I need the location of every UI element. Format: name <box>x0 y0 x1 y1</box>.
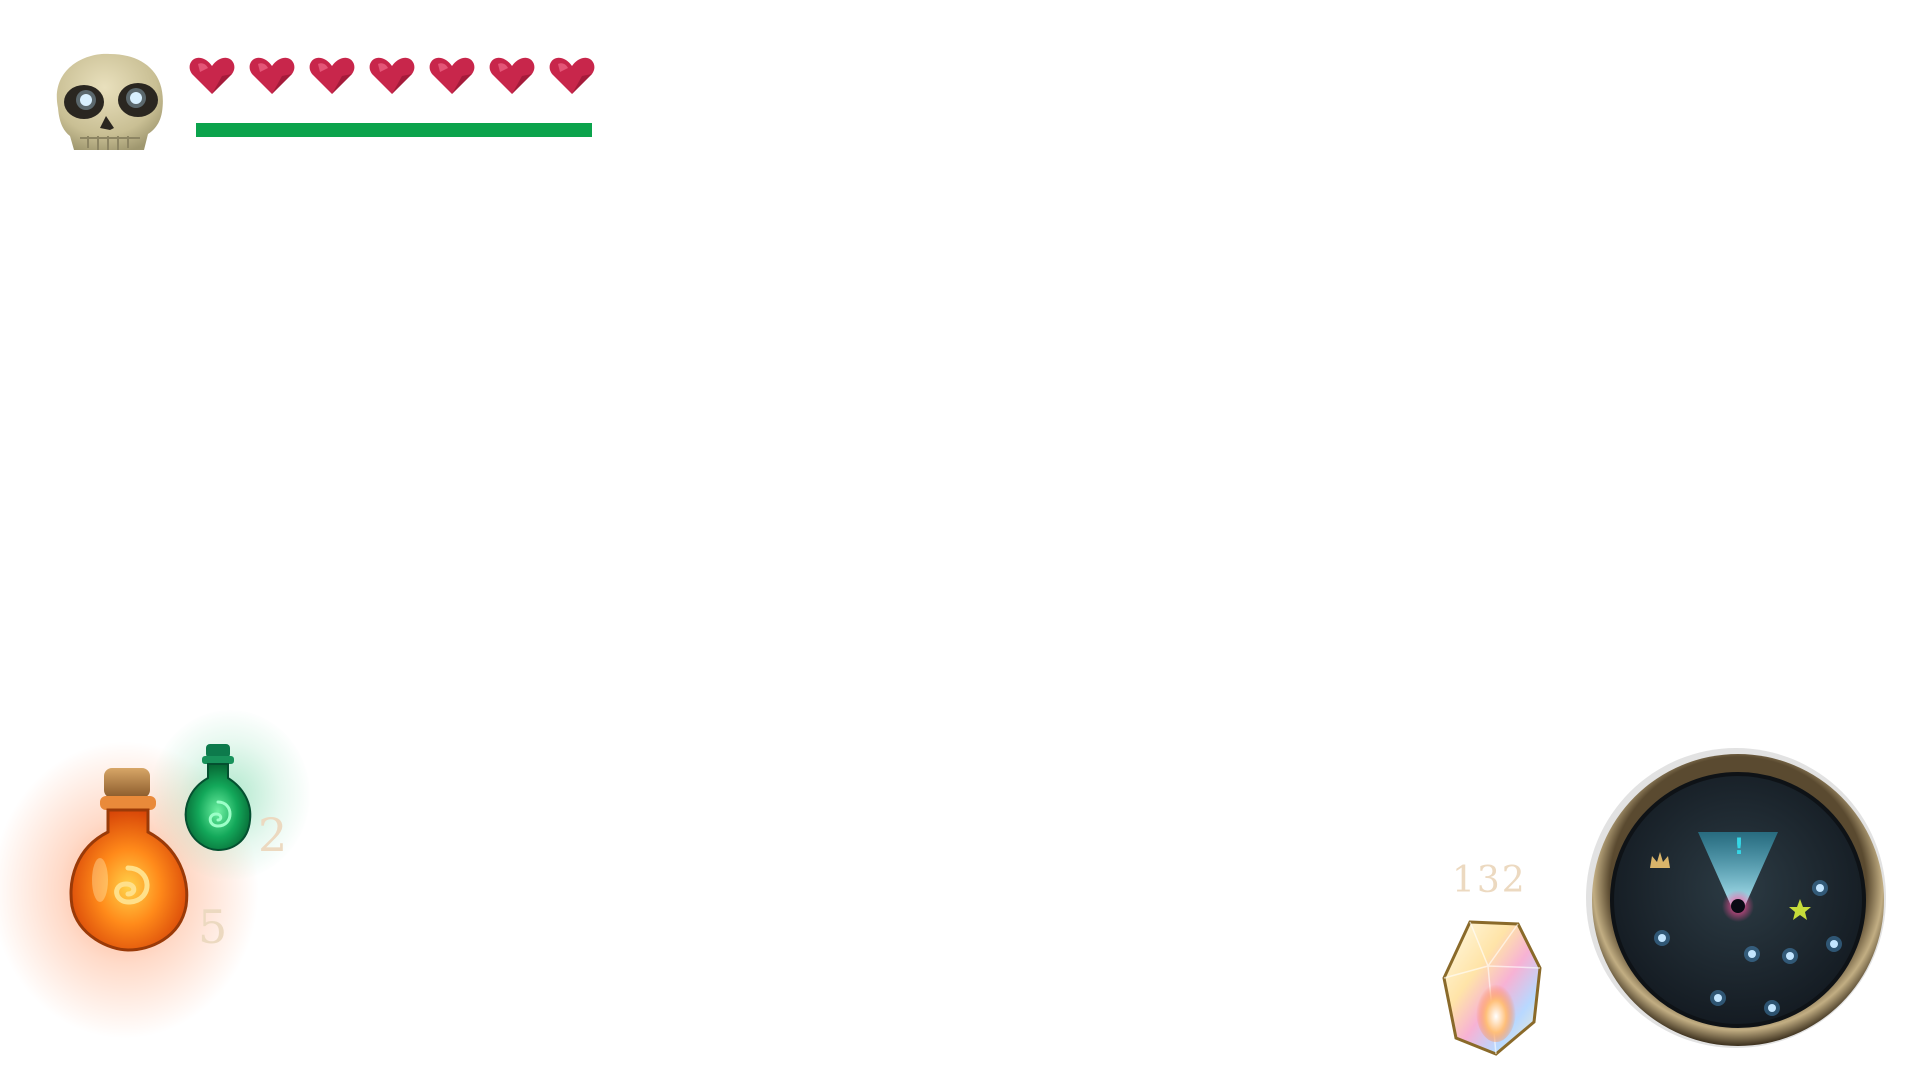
orange-potion-icon[interactable] <box>62 760 194 952</box>
heart-icon <box>489 57 535 94</box>
mana-potion-count: 2 <box>258 808 290 862</box>
crystal-icon <box>1442 920 1542 1056</box>
heart-icon <box>369 57 415 94</box>
health-potion-count: 5 <box>198 900 230 954</box>
skull-icon <box>56 53 163 150</box>
stamina-bar-fill <box>196 123 592 137</box>
game-hud: 5 2 132 ! <box>0 0 1919 1079</box>
heart-icon <box>189 57 235 94</box>
heart-icon <box>309 57 355 94</box>
compass-minimap[interactable]: ! <box>1582 742 1888 1054</box>
heart-icon <box>429 57 475 94</box>
green-potion-icon[interactable] <box>182 742 254 854</box>
alert-icon: ! <box>1734 835 1744 860</box>
player-icon <box>1731 899 1745 913</box>
stamina-bar <box>196 123 592 137</box>
heart-icon <box>249 57 295 94</box>
crystal-count: 132 <box>1452 860 1527 901</box>
heart-icon <box>549 57 595 94</box>
hearts-row <box>188 56 596 96</box>
